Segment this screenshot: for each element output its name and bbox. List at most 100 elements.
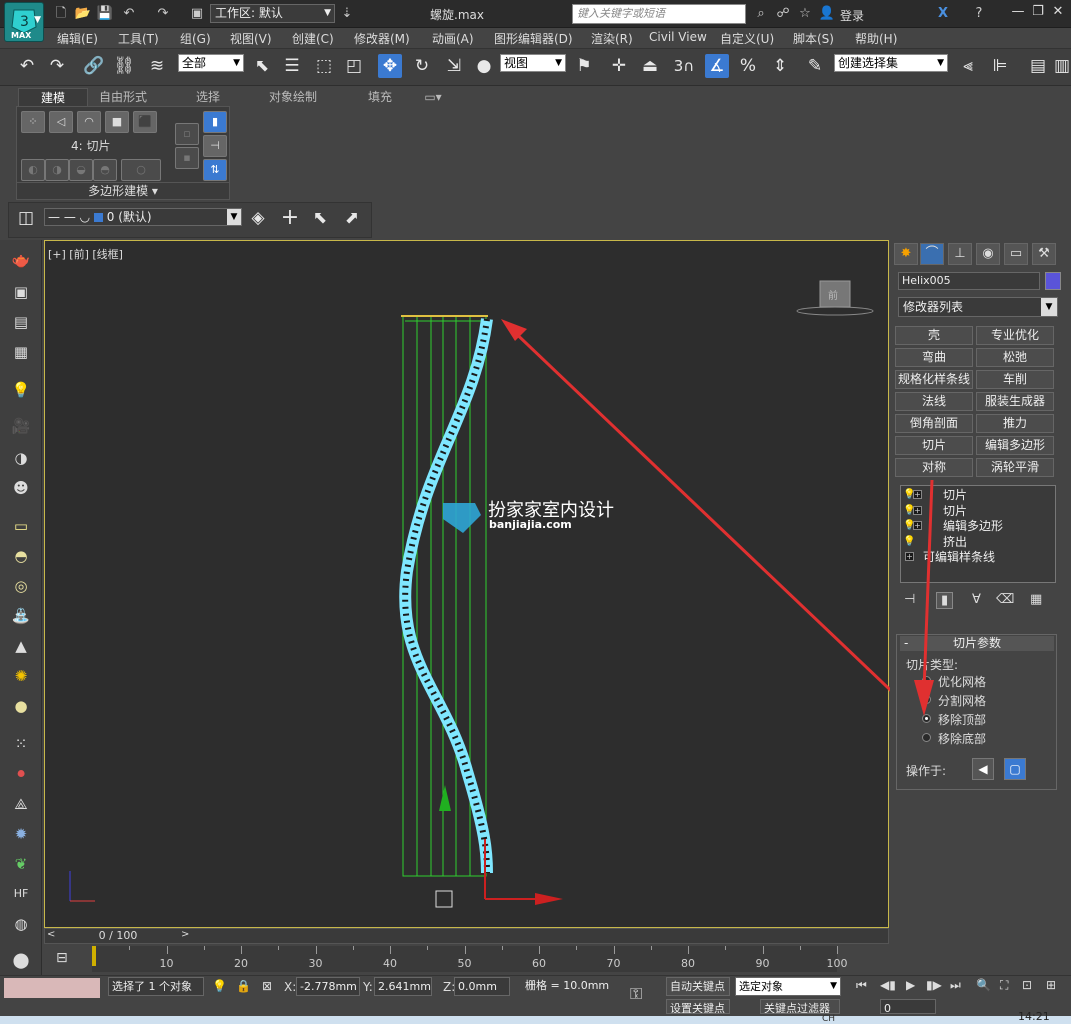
undo-icon[interactable]: ↶ [120,5,138,23]
modifier-button-0[interactable]: 壳 [895,326,973,345]
pin-stack-icon[interactable]: ⊣ [203,135,227,157]
next-frame-icon[interactable]: ▮▶ [926,978,942,992]
modifier-button-7[interactable]: 服装生成器 [976,392,1054,411]
panel-title[interactable]: 多边形建模 ▾ [16,182,230,200]
auto-key-button[interactable]: 自动关键点 [666,977,730,996]
viewport-label[interactable]: [+] [前] [线框] [48,246,123,262]
zoom-icon[interactable]: 🔍 [976,978,991,992]
modifier-button-2[interactable]: 弯曲 [895,348,973,367]
modify-tab-icon[interactable]: ⌒ [920,243,944,265]
modifier-button-9[interactable]: 推力 [976,414,1054,433]
menu-group[interactable]: 组(G) [180,30,211,47]
scene-explorer-icon[interactable]: ▤ [9,310,33,334]
use-stack-icon[interactable]: ▫ [175,123,199,145]
select-manipulate-icon[interactable]: ✛ [607,54,631,78]
collapse-icon[interactable]: - [904,636,908,651]
menu-tools[interactable]: 工具(T) [118,30,159,47]
character-icon[interactable]: ☻ [9,476,33,500]
new-file-icon[interactable]: 🗋 [52,5,70,23]
go-to-end-icon[interactable]: ⏭ [950,978,961,993]
light-icon[interactable]: 💡 [9,378,33,402]
absolute-mode-icon[interactable]: ⊠ [262,979,272,993]
y-coordinate-field[interactable]: 2.641mm [374,977,432,996]
display-tab-icon[interactable]: ▭ [1004,243,1028,265]
modifier-button-10[interactable]: 切片 [895,436,973,455]
mirror-icon[interactable]: ⫷ [956,54,980,78]
layer-explorer-icon[interactable]: ◫ [14,206,38,230]
current-time-marker[interactable] [92,946,96,966]
favorites-star-icon[interactable]: ☆ [796,5,814,23]
sphere-icon[interactable]: ● [9,694,33,718]
operate-on-face-icon[interactable]: ◀ [972,758,994,780]
keyboard-shortcut-override-icon[interactable]: ⏏ [638,54,662,78]
angle-snap-icon[interactable]: ∡ [705,54,729,78]
hierarchy-tab-icon[interactable]: ⊥ [948,243,972,265]
next-frame-icon[interactable]: > [181,929,189,940]
object-name-field[interactable]: Helix005 [898,272,1040,290]
dynamics-icon[interactable]: ⚫ [9,762,33,786]
select-object-icon[interactable]: ⬉ [250,54,274,78]
element-icon[interactable]: ⬛ [133,111,157,133]
menu-views[interactable]: 视图(V) [230,30,272,47]
grow-icon[interactable]: ◐ [21,159,45,181]
binoculars-icon[interactable]: ⌕ [752,5,770,23]
open-file-icon[interactable]: 📂 [74,5,92,23]
graphite-toggle-icon[interactable]: ▥ [1050,54,1071,78]
front-viewport[interactable]: 前 扮家家室内设计 banjiajia.com [44,240,890,928]
preview-icon[interactable]: ○ [121,159,161,181]
zoom-extents-icon[interactable]: ⊡ [1022,978,1032,992]
close-button[interactable]: ✕ [1048,4,1068,22]
modifier-button-13[interactable]: 涡轮平滑 [976,458,1054,477]
search-input[interactable]: 键入关键字或短语 [572,4,746,24]
remove-modifier-icon[interactable]: ⌫ [996,592,1014,607]
track-bar[interactable]: 10 20 30 40 50 60 70 80 90 100 [92,946,848,972]
modifier-list-select[interactable]: 修改器列表 ▼ [898,297,1058,317]
modifier-button-6[interactable]: 法线 [895,392,973,411]
go-to-start-icon[interactable]: ⏮ [856,978,867,993]
torus-icon[interactable]: ◎ [9,574,33,598]
layer-properties-icon[interactable]: ◈ [246,206,270,230]
wire-icon[interactable]: ⟁ [9,792,33,816]
tab-object-paint[interactable]: 对象绘制 [260,88,326,106]
utilities-tab-icon[interactable]: ⚒ [1032,243,1056,265]
layer-manager-icon[interactable]: ▤ [1026,54,1050,78]
bind-space-warp-icon[interactable]: ≋ [145,54,169,78]
spinner-snap-icon[interactable]: ⇕ [768,54,792,78]
z-coordinate-field[interactable]: 0.0mm [454,977,510,996]
isolate-icon[interactable]: 💡 [212,979,227,993]
maxscript-listener[interactable] [4,978,100,998]
named-selection-set-select[interactable]: 创建选择集 ▼ [834,54,948,72]
zoom-all-icon[interactable]: ⛶ [1000,978,1008,993]
minimize-button[interactable]: — [1008,4,1028,22]
menu-rendering[interactable]: 渲染(R) [591,30,633,47]
select-rotate-icon[interactable]: ↻ [410,54,434,78]
camera-icon[interactable]: 🎥 [9,414,33,438]
select-by-name-icon[interactable]: ☰ [280,54,304,78]
select-place-icon[interactable]: ● [472,54,496,78]
menu-help[interactable]: 帮助(H) [855,30,897,47]
help-icon[interactable]: ? [970,5,988,23]
radio-remove-bottom[interactable] [922,733,931,742]
hemisphere-icon[interactable]: ◓ [9,544,33,568]
project-folder-icon[interactable]: ▣ [188,5,206,23]
plane-icon[interactable]: ▭ [9,514,33,538]
vertex-icon[interactable]: ⁘ [21,111,45,133]
modifier-button-8[interactable]: 倒角剖面 [895,414,973,433]
tab-populate[interactable]: 填充 [350,88,410,106]
key-filters-button[interactable]: 关键点过滤器 [760,999,840,1014]
tab-modeling[interactable]: 建模 [18,88,88,106]
key-filter-select[interactable]: 选定对象 ▼ [735,977,841,996]
render-frame-icon[interactable]: ▣ [9,280,33,304]
play-icon[interactable]: ▶ [906,978,915,992]
modifier-button-1[interactable]: 专业优化 [976,326,1054,345]
menu-customize[interactable]: 自定义(U) [720,30,774,47]
particle-icon[interactable]: ⁙ [9,732,33,756]
x-coordinate-field[interactable]: -2.778mm [296,977,360,996]
percent-snap-icon[interactable]: % [736,54,760,78]
maximize-button[interactable]: ❐ [1028,4,1048,22]
zoom-extents-all-icon[interactable]: ⊞ [1046,978,1056,992]
menu-scripting[interactable]: 脚本(S) [793,30,834,47]
reference-coordinate-select[interactable]: 视图 ▼ [500,54,566,72]
prev-frame-icon[interactable]: < [47,929,55,940]
option-remove-bottom[interactable]: 移除底部 [938,730,986,747]
